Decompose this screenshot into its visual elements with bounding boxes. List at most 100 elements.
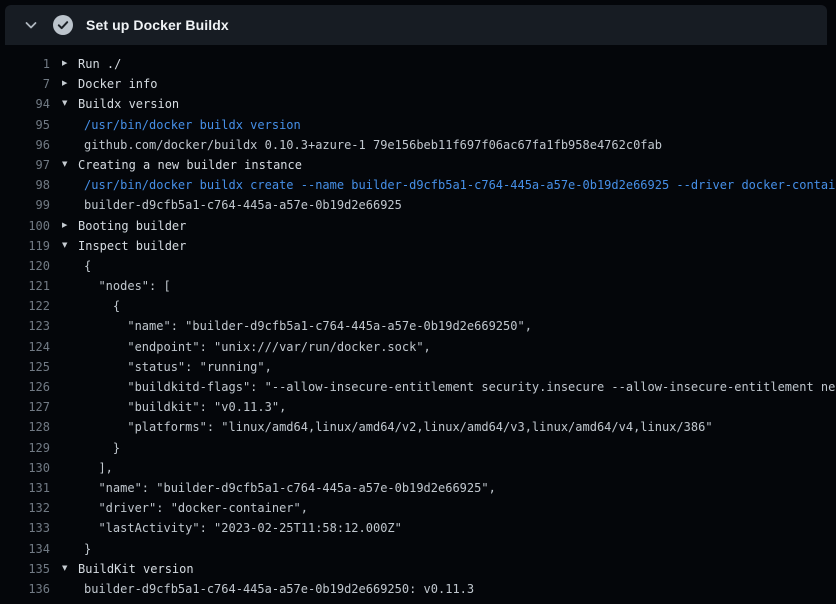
- line-number[interactable]: 120: [0, 256, 50, 276]
- line-number[interactable]: 131: [0, 478, 50, 498]
- log-group-title: Run ./: [78, 54, 121, 74]
- log-output-text: "driver": "docker-container",: [62, 498, 308, 518]
- log-group-toggle[interactable]: ▼ Creating a new builder instance: [62, 155, 302, 175]
- log-group-toggle[interactable]: ▶ Run ./: [62, 54, 121, 74]
- log-group-title: Creating a new builder instance: [78, 155, 302, 175]
- log-output-text: ],: [62, 458, 113, 478]
- log-output-text: builder-d9cfb5a1-c764-445a-a57e-0b19d2e6…: [62, 195, 402, 215]
- log-row: 126 "buildkitd-flags": "--allow-insecure…: [0, 377, 836, 397]
- line-number[interactable]: 100: [0, 216, 50, 236]
- log-row: 7 ▶ Docker info: [0, 74, 836, 94]
- line-number[interactable]: 7: [0, 74, 50, 94]
- log-output-text: "platforms": "linux/amd64,linux/amd64/v2…: [62, 417, 713, 437]
- log-row: 99 builder-d9cfb5a1-c764-445a-a57e-0b19d…: [0, 195, 836, 215]
- log-group-toggle[interactable]: ▶ Booting builder: [62, 216, 186, 236]
- line-number[interactable]: 129: [0, 438, 50, 458]
- log-row: 135 ▼ BuildKit version: [0, 559, 836, 579]
- line-number[interactable]: 132: [0, 498, 50, 518]
- log-command-text: /usr/bin/docker buildx create --name bui…: [62, 175, 836, 195]
- chevron-down-icon[interactable]: [23, 17, 39, 33]
- line-number[interactable]: 136: [0, 579, 50, 599]
- log-output-text: builder-d9cfb5a1-c764-445a-a57e-0b19d2e6…: [62, 579, 474, 599]
- log-output-text: "buildkit": "v0.11.3",: [62, 397, 286, 417]
- log-output-text: "endpoint": "unix:///var/run/docker.sock…: [62, 337, 431, 357]
- step-title: Set up Docker Buildx: [86, 17, 229, 33]
- log-row: 131 "name": "builder-d9cfb5a1-c764-445a-…: [0, 478, 836, 498]
- log-output-text: {: [62, 296, 120, 316]
- step-header[interactable]: Set up Docker Buildx: [5, 5, 827, 45]
- line-number[interactable]: 119: [0, 236, 50, 256]
- line-number[interactable]: 125: [0, 357, 50, 377]
- line-number[interactable]: 133: [0, 518, 50, 538]
- log-group-toggle[interactable]: ▼ BuildKit version: [62, 559, 194, 579]
- line-number[interactable]: 95: [0, 115, 50, 135]
- triangle-down-icon: ▼: [62, 236, 72, 256]
- triangle-right-icon: ▶: [62, 54, 72, 74]
- log-row: 94 ▼ Buildx version: [0, 94, 836, 114]
- log-lines: 1 ▶ Run ./ 7 ▶ Docker info 94 ▼ Buildx vers…: [0, 45, 836, 599]
- log-output-text: {: [62, 256, 91, 276]
- log-row: 123 "name": "builder-d9cfb5a1-c764-445a-…: [0, 316, 836, 336]
- log-output-text: "name": "builder-d9cfb5a1-c764-445a-a57e…: [62, 316, 532, 336]
- line-number[interactable]: 128: [0, 417, 50, 437]
- log-row: 122 {: [0, 296, 836, 316]
- line-number[interactable]: 127: [0, 397, 50, 417]
- line-number[interactable]: 124: [0, 337, 50, 357]
- triangle-down-icon: ▼: [62, 155, 72, 175]
- log-row: 127 "buildkit": "v0.11.3",: [0, 397, 836, 417]
- log-row: 130 ],: [0, 458, 836, 478]
- log-group-title: BuildKit version: [78, 559, 194, 579]
- log-row: 120 {: [0, 256, 836, 276]
- log-row: 97 ▼ Creating a new builder instance: [0, 155, 836, 175]
- log-output-text: "status": "running",: [62, 357, 272, 377]
- line-number[interactable]: 96: [0, 135, 50, 155]
- line-number[interactable]: 121: [0, 276, 50, 296]
- log-command-text: /usr/bin/docker buildx version: [62, 115, 301, 135]
- line-number[interactable]: 130: [0, 458, 50, 478]
- log-row: 119 ▼ Inspect builder: [0, 236, 836, 256]
- line-number[interactable]: 122: [0, 296, 50, 316]
- log-output-text: }: [62, 438, 120, 458]
- log-row: 134 }: [0, 539, 836, 559]
- log-output-text: github.com/docker/buildx 0.10.3+azure-1 …: [62, 135, 662, 155]
- log-group-toggle[interactable]: ▼ Buildx version: [62, 94, 179, 114]
- line-number[interactable]: 135: [0, 559, 50, 579]
- log-output-text: "buildkitd-flags": "--allow-insecure-ent…: [62, 377, 836, 397]
- log-group-title: Buildx version: [78, 94, 179, 114]
- log-group-title: Booting builder: [78, 216, 186, 236]
- line-number[interactable]: 97: [0, 155, 50, 175]
- log-row: 95 /usr/bin/docker buildx version: [0, 115, 836, 135]
- check-circle-icon: [53, 15, 73, 35]
- line-number[interactable]: 126: [0, 377, 50, 397]
- line-number[interactable]: 99: [0, 195, 50, 215]
- line-number[interactable]: 134: [0, 539, 50, 559]
- line-number[interactable]: 1: [0, 54, 50, 74]
- triangle-down-icon: ▼: [62, 94, 72, 114]
- log-output-text: "name": "builder-d9cfb5a1-c764-445a-a57e…: [62, 478, 496, 498]
- line-number[interactable]: 94: [0, 94, 50, 114]
- line-number[interactable]: 123: [0, 316, 50, 336]
- log-row: 136 builder-d9cfb5a1-c764-445a-a57e-0b19…: [0, 579, 836, 599]
- log-row: 98 /usr/bin/docker buildx create --name …: [0, 175, 836, 195]
- log-group-toggle[interactable]: ▼ Inspect builder: [62, 236, 186, 256]
- log-group-toggle[interactable]: ▶ Docker info: [62, 74, 157, 94]
- triangle-right-icon: ▶: [62, 74, 72, 94]
- log-group-title: Inspect builder: [78, 236, 186, 256]
- log-row: 133 "lastActivity": "2023-02-25T11:58:12…: [0, 518, 836, 538]
- log-row: 132 "driver": "docker-container",: [0, 498, 836, 518]
- log-row: 128 "platforms": "linux/amd64,linux/amd6…: [0, 417, 836, 437]
- triangle-right-icon: ▶: [62, 216, 72, 236]
- triangle-down-icon: ▼: [62, 559, 72, 579]
- log-row: 96 github.com/docker/buildx 0.10.3+azure…: [0, 135, 836, 155]
- log-row: 129 }: [0, 438, 836, 458]
- log-output-text: "lastActivity": "2023-02-25T11:58:12.000…: [62, 518, 402, 538]
- log-row: 125 "status": "running",: [0, 357, 836, 377]
- log-output-text: }: [62, 539, 91, 559]
- log-row: 121 "nodes": [: [0, 276, 836, 296]
- log-output-text: "nodes": [: [62, 276, 171, 296]
- line-number[interactable]: 98: [0, 175, 50, 195]
- log-row: 100 ▶ Booting builder: [0, 216, 836, 236]
- log-group-title: Docker info: [78, 74, 157, 94]
- log-row: 124 "endpoint": "unix:///var/run/docker.…: [0, 337, 836, 357]
- log-row: 1 ▶ Run ./: [0, 54, 836, 74]
